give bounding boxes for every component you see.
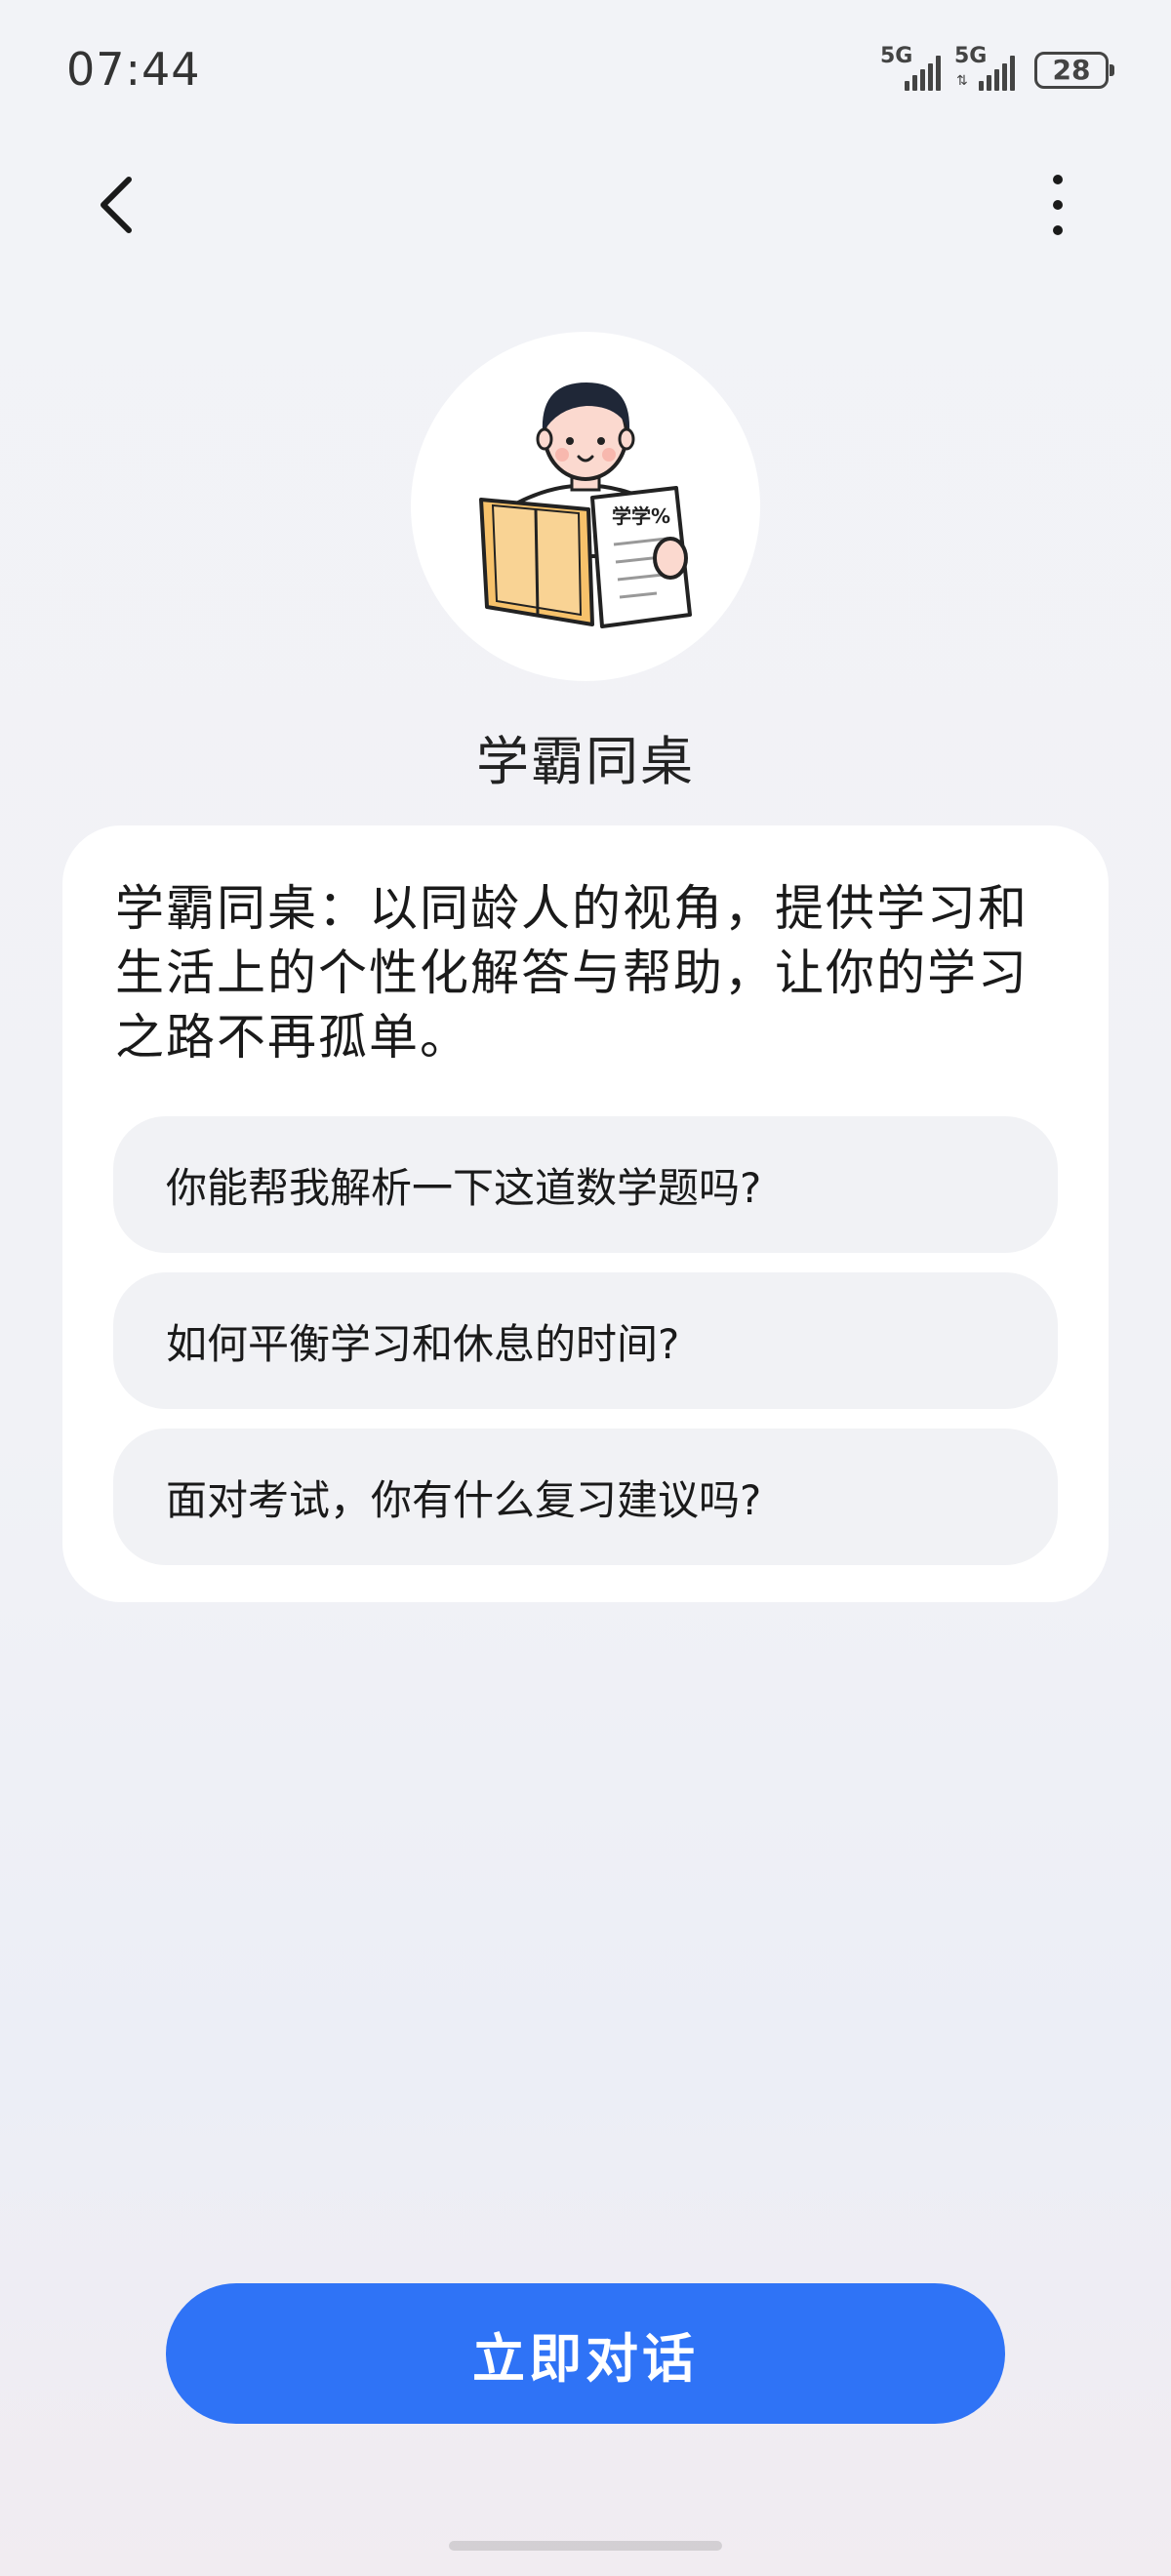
signal-5g-icon: 5G xyxy=(880,44,941,93)
data-arrows-icon: ⇅ xyxy=(956,73,968,89)
home-indicator[interactable] xyxy=(449,2541,722,2551)
bot-name: 学霸同桌 xyxy=(476,731,695,792)
signal-bars-icon xyxy=(979,56,1015,91)
signal-5g-data-icon: 5G ⇅ xyxy=(954,44,1015,93)
battery-icon: 28 xyxy=(1034,52,1114,89)
more-vertical-icon xyxy=(1053,175,1063,235)
student-reading-avatar-icon: 学学% xyxy=(479,382,692,628)
suggestion-item[interactable]: 面对考试，你有什么复习建议吗? xyxy=(113,1429,1058,1565)
suggestion-item[interactable]: 如何平衡学习和休息的时间? xyxy=(113,1272,1058,1409)
status-icons: 5G 5G ⇅ 28 xyxy=(880,44,1114,94)
avatar-paper-text: 学学% xyxy=(612,504,670,528)
chevron-left-icon xyxy=(101,177,132,233)
bot-description: 学霸同桌：以同龄人的视角，提供学习和生活上的个性化解答与帮助，让你的学习之路不再… xyxy=(115,880,1029,1066)
signal-bars-icon xyxy=(905,56,941,91)
more-button[interactable] xyxy=(1019,166,1097,244)
suggestion-item[interactable]: 你能帮我解析一下这道数学题吗? xyxy=(113,1116,1058,1253)
battery-level: 28 xyxy=(1052,54,1091,86)
start-chat-button[interactable]: 立即对话 xyxy=(166,2283,1005,2424)
status-time: 07:44 xyxy=(66,43,201,96)
status-bar: 07:44 5G 5G ⇅ 28 xyxy=(0,0,1171,137)
bot-avatar: 学学% xyxy=(411,332,760,681)
back-button[interactable] xyxy=(78,166,156,244)
intro-card: 学霸同桌：以同龄人的视角，提供学习和生活上的个性化解答与帮助，让你的学习之路不再… xyxy=(62,825,1109,1602)
